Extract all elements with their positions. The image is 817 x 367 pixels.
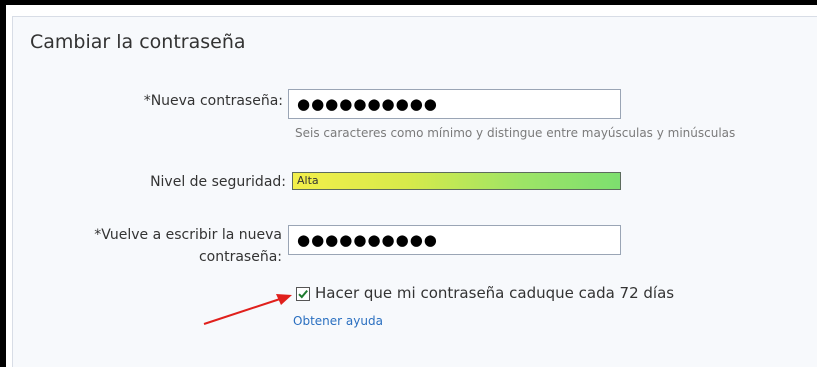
strength-level-text: Alta xyxy=(297,174,319,187)
strength-label: Nivel de seguridad: xyxy=(150,174,286,190)
help-link[interactable]: Obtener ayuda xyxy=(293,314,383,328)
expire-password-checkbox[interactable] xyxy=(296,287,310,301)
strength-meter: Alta xyxy=(292,172,621,190)
new-password-input[interactable]: ●●●●●●●●●● xyxy=(288,89,621,119)
change-password-panel xyxy=(12,16,817,367)
red-arrow-icon xyxy=(203,294,292,325)
confirm-password-label-line2: contraseña: xyxy=(198,249,282,265)
confirm-password-label-line1: *Vuelve a escribir la nueva xyxy=(94,227,282,243)
check-mark-icon xyxy=(298,289,308,299)
password-hint: Seis caracteres como mínimo y distingue … xyxy=(295,126,736,140)
confirm-password-input[interactable]: ●●●●●●●●●● xyxy=(288,225,621,255)
new-password-label: *Nueva contraseña: xyxy=(143,93,283,109)
section-title: Cambiar la contraseña xyxy=(30,31,246,53)
expire-password-label[interactable]: Hacer que mi contraseña caduque cada 72 … xyxy=(315,284,674,302)
